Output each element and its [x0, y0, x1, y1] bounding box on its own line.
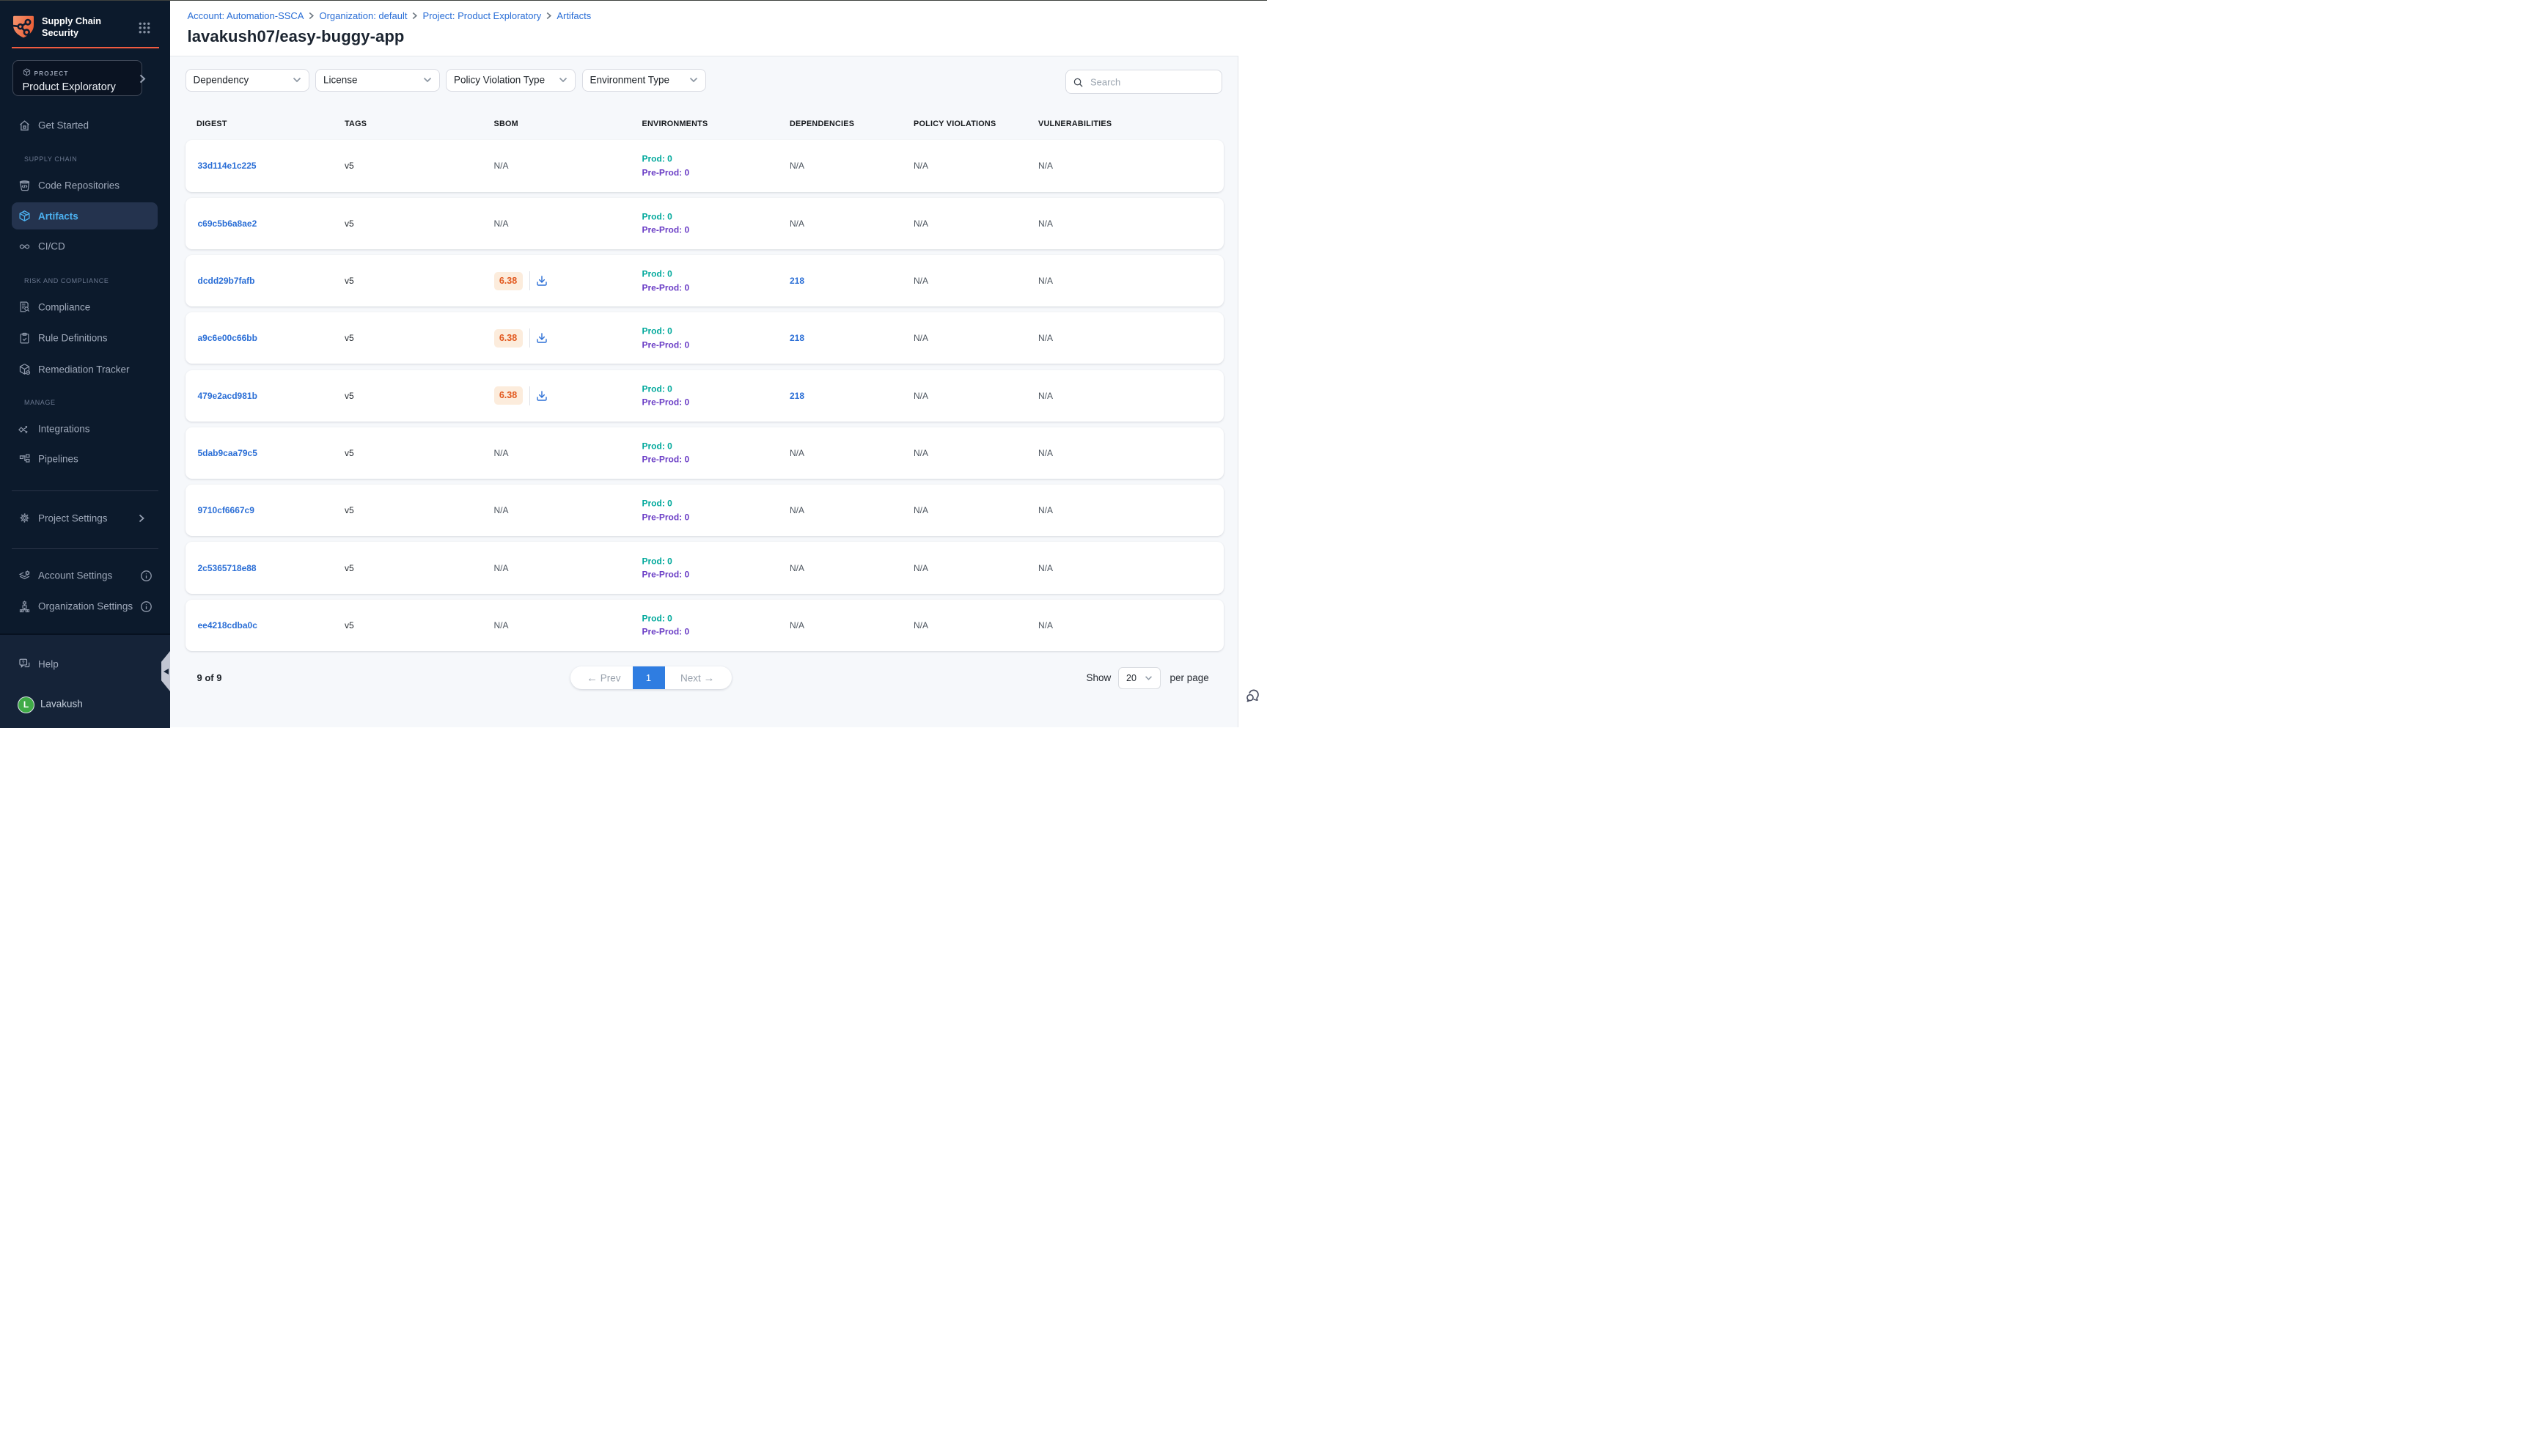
- svg-text:?: ?: [22, 661, 25, 666]
